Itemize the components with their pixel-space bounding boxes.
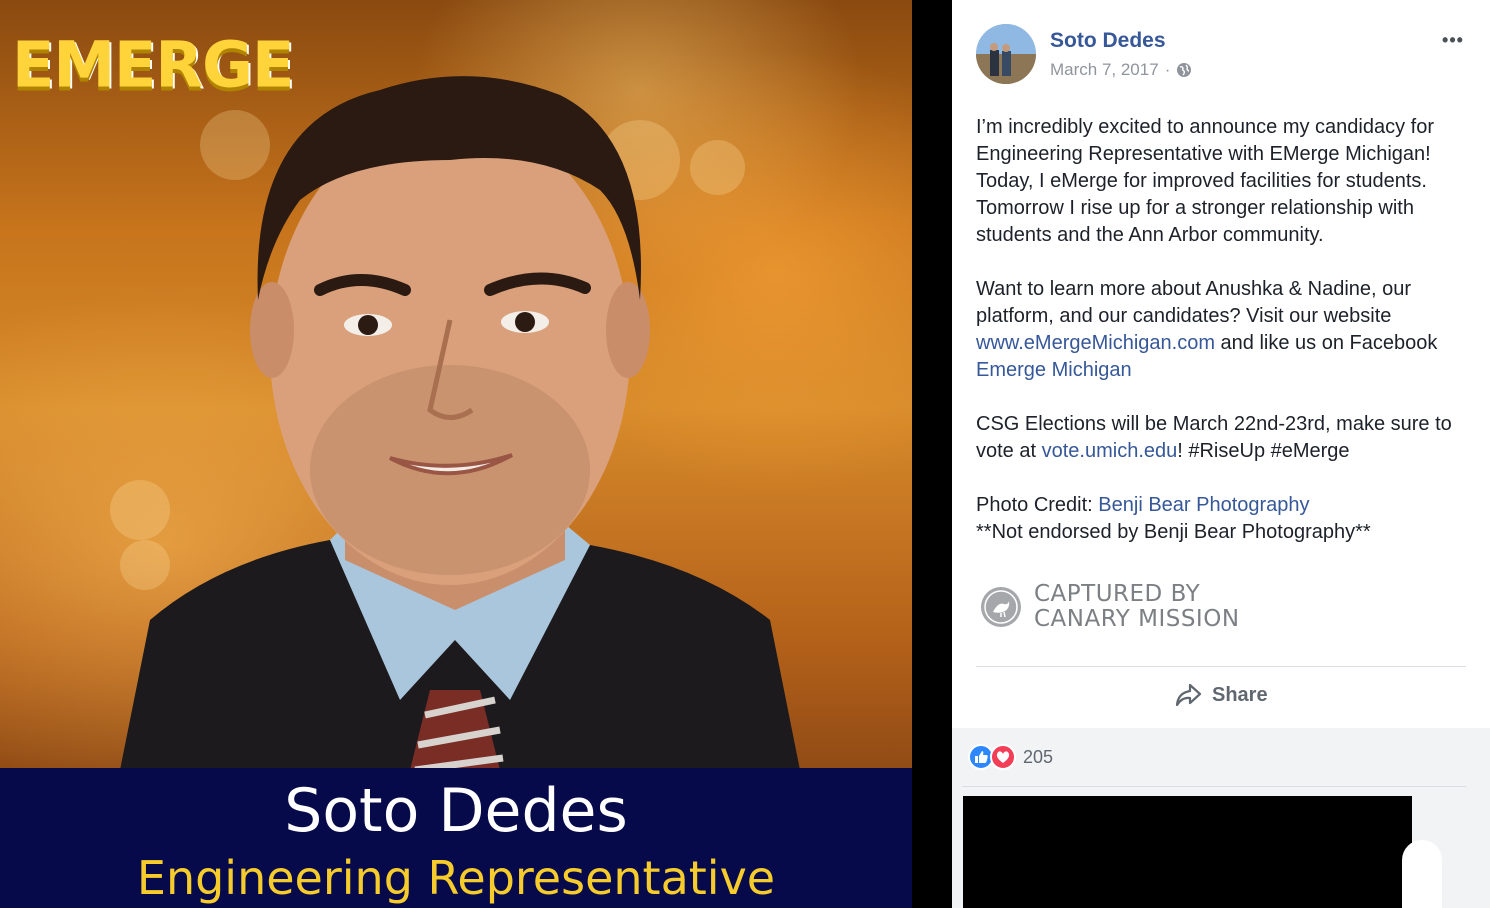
canary-bird-icon (981, 587, 1021, 627)
post-paragraph: Want to learn more about Anushka & Nadin… (976, 276, 1476, 384)
reaction-count[interactable]: 205 (1023, 747, 1053, 768)
campaign-photo[interactable]: EMERGE Soto Dedes Engineering Representa… (0, 0, 912, 908)
portrait-figure (120, 76, 800, 770)
post-text: I’m incredibly excited to announce my ca… (976, 114, 1476, 546)
post-paragraph: I’m incredibly excited to announce my ca… (976, 116, 1435, 246)
paragraph-text: Want to learn more about Anushka & Nadin… (976, 278, 1412, 327)
post-paragraph: Photo Credit: Benji Bear Photography **No… (976, 492, 1476, 546)
comment-bubble-edge (1402, 840, 1442, 908)
watermark-line: CAPTURED BY (1034, 581, 1201, 607)
post-meta: March 7, 2017 · (1050, 60, 1192, 80)
avatar-photo-icon (976, 24, 1036, 84)
post-panel: Soto Dedes March 7, 2017 · ••• I’m incre… (952, 0, 1490, 908)
watermark: CAPTURED BY CANARY MISSION (980, 582, 1240, 632)
photographer-link[interactable]: Benji Bear Photography (1098, 494, 1309, 516)
post-date[interactable]: March 7, 2017 (1050, 60, 1159, 80)
vote-link[interactable]: vote.umich.edu (1042, 440, 1178, 462)
page-link-emerge-michigan[interactable]: Emerge Michigan (976, 359, 1132, 381)
paragraph-text: **Not endorsed by Benji Bear Photography… (976, 521, 1371, 543)
paragraph-text: and like us on Facebook (1214, 332, 1438, 354)
love-icon (990, 744, 1016, 770)
share-arrow-icon (1175, 683, 1202, 707)
reactions-bar: 205 (952, 728, 1490, 908)
globe-icon[interactable] (1176, 62, 1192, 78)
paragraph-text: ! #RiseUp #eMerge (1177, 440, 1350, 462)
watermark-text: CAPTURED BY CANARY MISSION (1034, 582, 1240, 632)
post-paragraph: CSG Elections will be March 22nd-23rd, m… (976, 411, 1476, 465)
paragraph-text: Photo Credit: (976, 494, 1099, 516)
author-name-link[interactable]: Soto Dedes (1050, 29, 1166, 53)
share-label: Share (1212, 683, 1268, 706)
banner-name: Soto Dedes (284, 776, 628, 846)
reaction-icons[interactable] (968, 744, 1016, 770)
name-banner: Soto Dedes Engineering Representative (0, 768, 912, 908)
avatar[interactable] (976, 24, 1036, 84)
website-link[interactable]: www.eMergeMichigan.com (976, 332, 1215, 354)
comments-divider (962, 786, 1466, 787)
banner-role: Engineering Representative (136, 851, 776, 905)
watermark-line: CANARY MISSION (1034, 606, 1240, 632)
more-options-button[interactable]: ••• (1438, 28, 1468, 52)
share-button[interactable]: Share (1174, 682, 1268, 708)
meta-separator: · (1164, 60, 1171, 79)
redacted-comment (963, 796, 1412, 908)
emerge-logo: EMERGE (12, 27, 294, 102)
action-divider (976, 666, 1466, 667)
